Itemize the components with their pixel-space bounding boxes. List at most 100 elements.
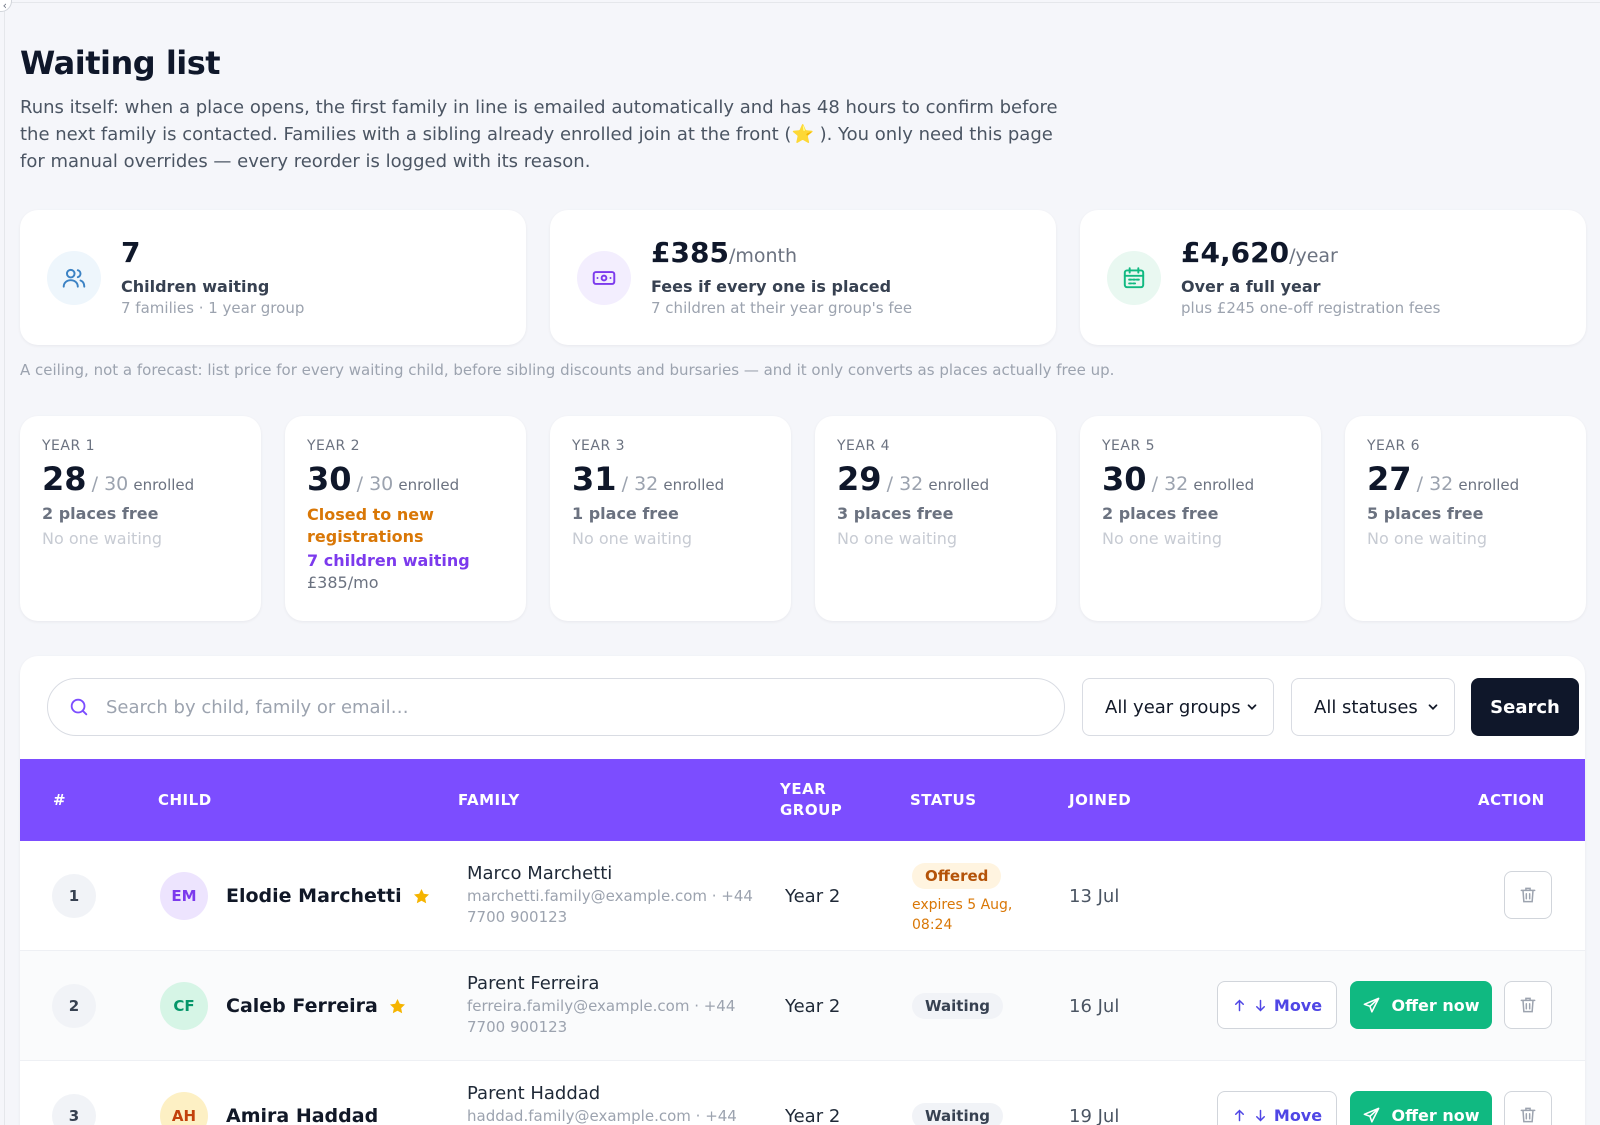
arrow-up-icon: [1234, 1108, 1244, 1121]
year-waiting-note: No one waiting: [837, 529, 958, 548]
search-input[interactable]: [106, 696, 986, 718]
ceiling-note: A ceiling, not a forecast: list price fo…: [20, 361, 1115, 379]
year-capacity: / 30: [91, 473, 129, 495]
joined-date: 19 Jul: [1069, 1105, 1120, 1125]
move-button[interactable]: Move: [1217, 1091, 1337, 1125]
offer-label: Offer now: [1391, 1105, 1480, 1125]
trash-icon: [1520, 1107, 1536, 1123]
status-cell: Offered expires 5 Aug, 08:24: [912, 863, 1022, 935]
avatar: CF: [160, 982, 208, 1030]
year-groups-row: YEAR 1 28 / 30 enrolled 2 places free No…: [20, 416, 1586, 621]
family-contact: haddad.family@example.com · +44 7700 900…: [467, 1107, 737, 1125]
column-header-year-group: YEAR GROUP: [780, 780, 843, 819]
year-enrolled: 30: [307, 460, 352, 498]
delete-button[interactable]: [1504, 1091, 1552, 1125]
year-waiting-note: No one waiting: [1102, 529, 1223, 548]
year-name: YEAR 6: [1367, 438, 1421, 454]
child-name-cell: Amira Haddad: [226, 1061, 378, 1125]
year-enrolled: 27: [1367, 460, 1412, 498]
child-name-cell: Caleb Ferreira: [226, 951, 407, 1061]
year-capacity: / 32: [621, 473, 659, 495]
status-cell: Waiting: [912, 993, 1004, 1019]
calendar-icon: [1107, 250, 1161, 305]
stat-sub: 7 families · 1 year group: [121, 299, 305, 317]
year-places-free: 3 places free: [837, 504, 954, 523]
status-badge: Offered: [912, 863, 1002, 889]
sibling-star-icon: [389, 998, 405, 1013]
year-enrolled-word: enrolled: [398, 476, 460, 494]
delete-button[interactable]: [1504, 981, 1552, 1029]
move-label: Move: [1273, 995, 1323, 1015]
year-name: YEAR 5: [1102, 438, 1156, 454]
stat-unit: /month: [728, 245, 798, 267]
delete-button[interactable]: [1504, 871, 1552, 919]
sibling-star-icon: [413, 888, 429, 903]
year-waiting-note: No one waiting: [572, 529, 693, 548]
page-title: Waiting list: [20, 44, 221, 82]
year-name: YEAR 1: [42, 438, 96, 454]
year-group-select[interactable]: All year groups: [1082, 678, 1274, 736]
family-name: Parent Ferreira: [467, 973, 600, 994]
stat-label: Fees if every one is placed: [651, 277, 892, 296]
stat-sub: 7 children at their year group's fee: [651, 299, 913, 317]
column-header-rank: #: [53, 790, 67, 809]
search-button[interactable]: Search: [1471, 678, 1579, 736]
users-icon: [47, 250, 101, 305]
child-name: Elodie Marchetti: [226, 885, 402, 907]
year-card-3: YEAR 3 31 / 32 enrolled 1 place free No …: [550, 416, 791, 621]
column-header-status: STATUS: [910, 790, 977, 809]
send-icon: [1364, 1107, 1380, 1123]
search-icon: [70, 698, 88, 716]
chevron-left-icon: ‹: [2, 0, 7, 12]
family-name: Parent Haddad: [467, 1083, 601, 1104]
child-name: Amira Haddad: [226, 1105, 379, 1125]
year-card-5: YEAR 5 30 / 32 enrolled 2 places free No…: [1080, 416, 1321, 621]
year-capacity: / 32: [886, 473, 924, 495]
year-children-waiting: 7 children waiting: [307, 551, 470, 570]
column-header-joined: JOINED: [1069, 790, 1132, 809]
year-name: YEAR 3: [572, 438, 626, 454]
avatar: AH: [160, 1092, 208, 1125]
year-card-6: YEAR 6 27 / 32 enrolled 5 places free No…: [1345, 416, 1586, 621]
stat-card-yearly-fees: £4,620/year Over a full year plus £245 o…: [1080, 210, 1586, 345]
year-name: YEAR 2: [307, 438, 361, 454]
stat-unit: /year: [1289, 245, 1338, 267]
year-enrolled-word: enrolled: [1193, 476, 1255, 494]
sidebar-collapse-button[interactable]: ‹: [0, 0, 12, 12]
offer-now-button[interactable]: Offer now: [1350, 1091, 1492, 1125]
child-name: Caleb Ferreira: [226, 995, 378, 1017]
status-badge: Waiting: [912, 1103, 1004, 1125]
trash-icon: [1520, 997, 1536, 1013]
left-rule: [4, 0, 5, 1125]
offer-now-button[interactable]: Offer now: [1350, 981, 1492, 1029]
year-places-free: 5 places free: [1367, 504, 1484, 523]
family-contact: marchetti.family@example.com · +44 7700 …: [467, 887, 753, 926]
rank-badge: 1: [52, 874, 96, 918]
table-row: 3 AH Amira Haddad Parent Haddad haddad.f…: [20, 1061, 1585, 1125]
year-enrolled: 29: [837, 460, 882, 498]
move-button[interactable]: Move: [1217, 981, 1337, 1029]
stat-value: £385: [651, 236, 729, 269]
year-enrolled-word: enrolled: [133, 476, 195, 494]
page-intro: Runs itself: when a place opens, the fir…: [20, 97, 1058, 172]
send-icon: [1364, 997, 1380, 1013]
year-enrolled-word: enrolled: [928, 476, 990, 494]
arrow-up-icon: [1234, 998, 1244, 1011]
chevron-down-icon: [1428, 704, 1438, 710]
year-enrolled: 28: [42, 460, 87, 498]
year-enrolled-word: enrolled: [1458, 476, 1520, 494]
year-fee: £385/mo: [307, 573, 379, 592]
search-box[interactable]: [47, 678, 1065, 736]
status-select[interactable]: All statuses: [1291, 678, 1455, 736]
column-header-child: CHILD: [158, 790, 212, 809]
stat-card-children-waiting: 7 Children waiting 7 families · 1 year g…: [20, 210, 526, 345]
table-row: 1 EM Elodie Marchetti Marco Marchetti ma…: [20, 841, 1585, 951]
family-cell: Parent Haddad haddad.family@example.com …: [467, 1083, 757, 1125]
year-waiting-note: No one waiting: [42, 529, 163, 548]
year-enrolled-word: enrolled: [663, 476, 725, 494]
chevron-down-icon: [1247, 704, 1257, 710]
stat-label: Children waiting: [121, 277, 270, 296]
year-group-cell: Year 2: [785, 885, 841, 907]
year-card-2: YEAR 2 30 / 30 enrolled Closed to new re…: [285, 416, 526, 621]
year-enrolled: 30: [1102, 460, 1147, 498]
